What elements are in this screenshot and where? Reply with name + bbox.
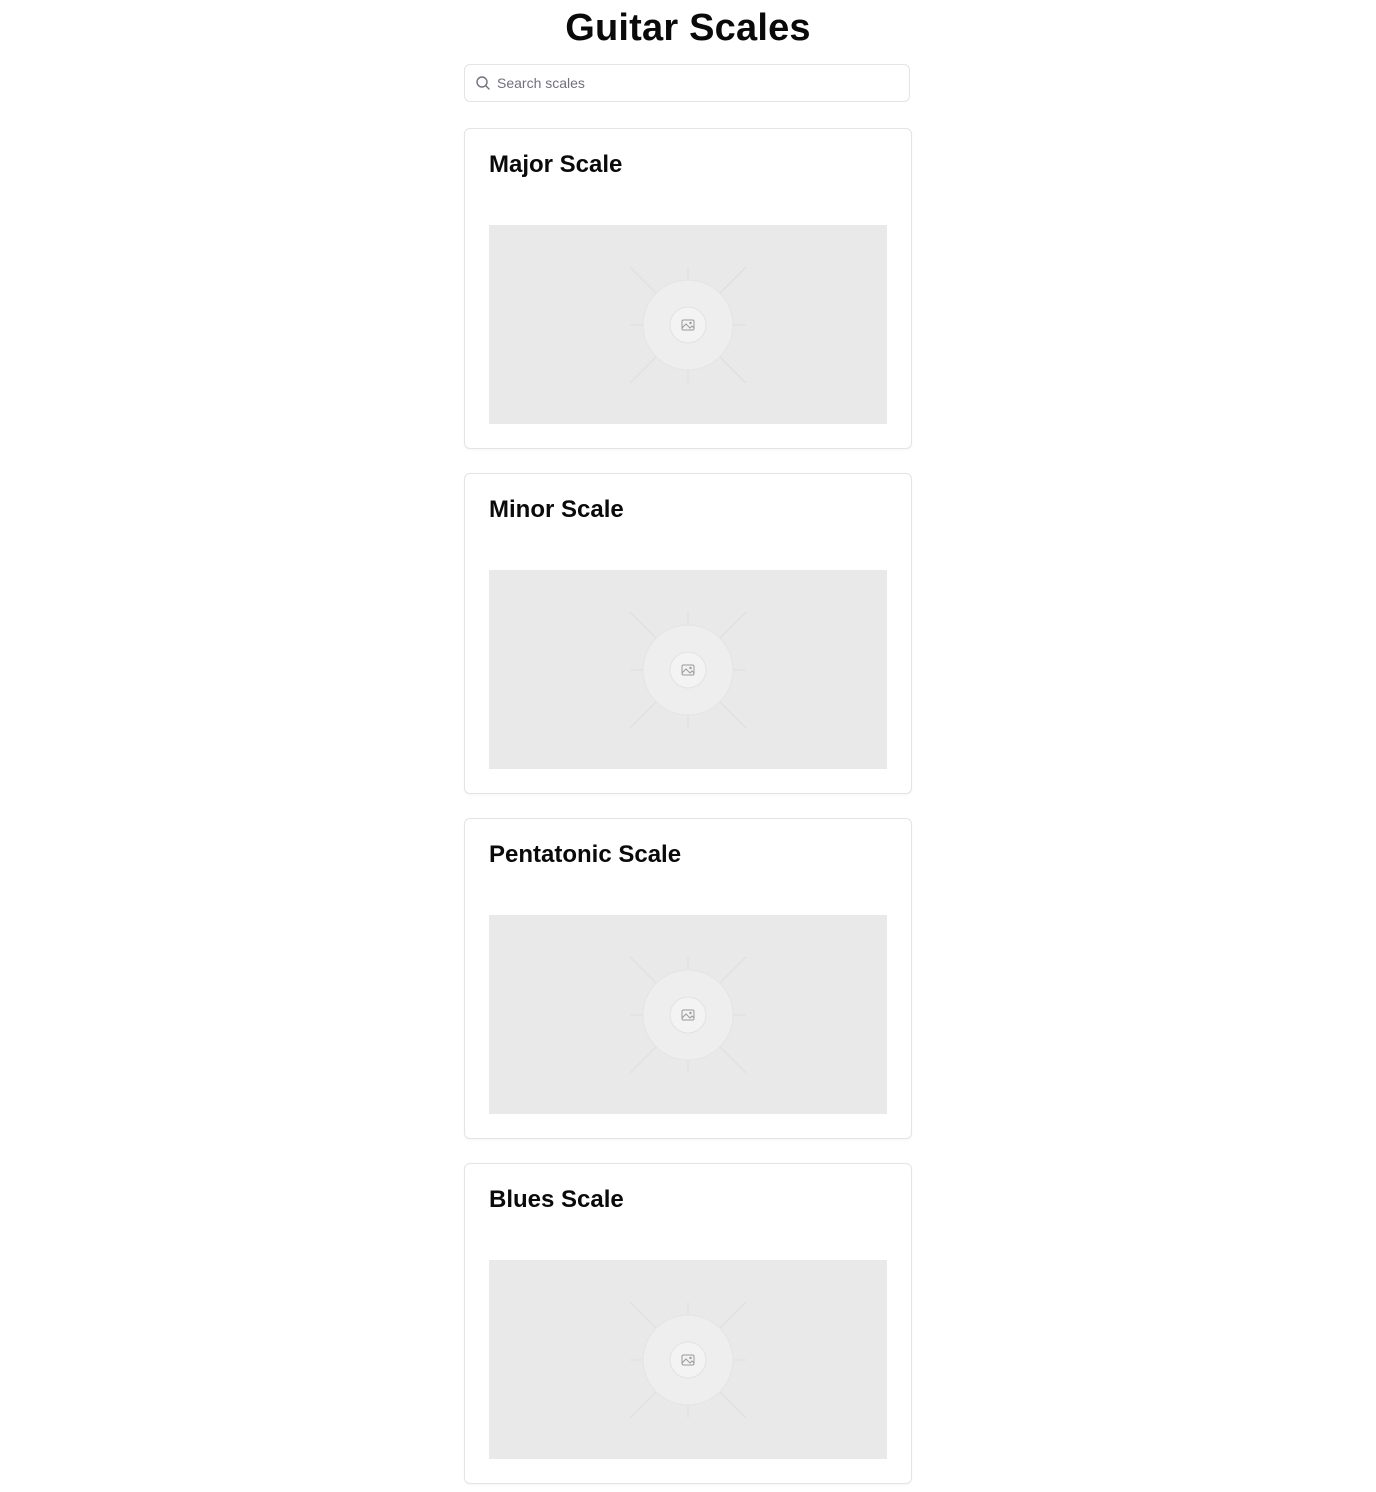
scale-title: Minor Scale	[489, 496, 624, 523]
scale-image-placeholder	[489, 1260, 887, 1459]
scale-title: Major Scale	[489, 151, 623, 178]
search-input[interactable]	[497, 65, 897, 101]
page: Guitar Scales Major Scale Minor Scale Pent…	[0, 0, 1376, 1492]
scale-title: Pentatonic Scale	[489, 841, 682, 868]
image-placeholder-icon	[629, 1301, 747, 1419]
image-placeholder-icon	[629, 611, 747, 729]
scale-card[interactable]: Minor Scale	[464, 473, 912, 794]
scale-image-placeholder	[489, 915, 887, 1114]
image-placeholder-icon	[629, 956, 747, 1074]
page-title: Guitar Scales	[565, 7, 811, 49]
scale-title: Blues Scale	[489, 1186, 624, 1213]
scale-image-placeholder	[489, 570, 887, 769]
scale-image-placeholder	[489, 225, 887, 424]
search-box[interactable]	[464, 64, 910, 102]
search-icon	[475, 75, 491, 91]
scale-card[interactable]: Pentatonic Scale	[464, 818, 912, 1139]
scale-card[interactable]: Major Scale	[464, 128, 912, 449]
image-placeholder-icon	[629, 266, 747, 384]
scale-card[interactable]: Blues Scale	[464, 1163, 912, 1484]
